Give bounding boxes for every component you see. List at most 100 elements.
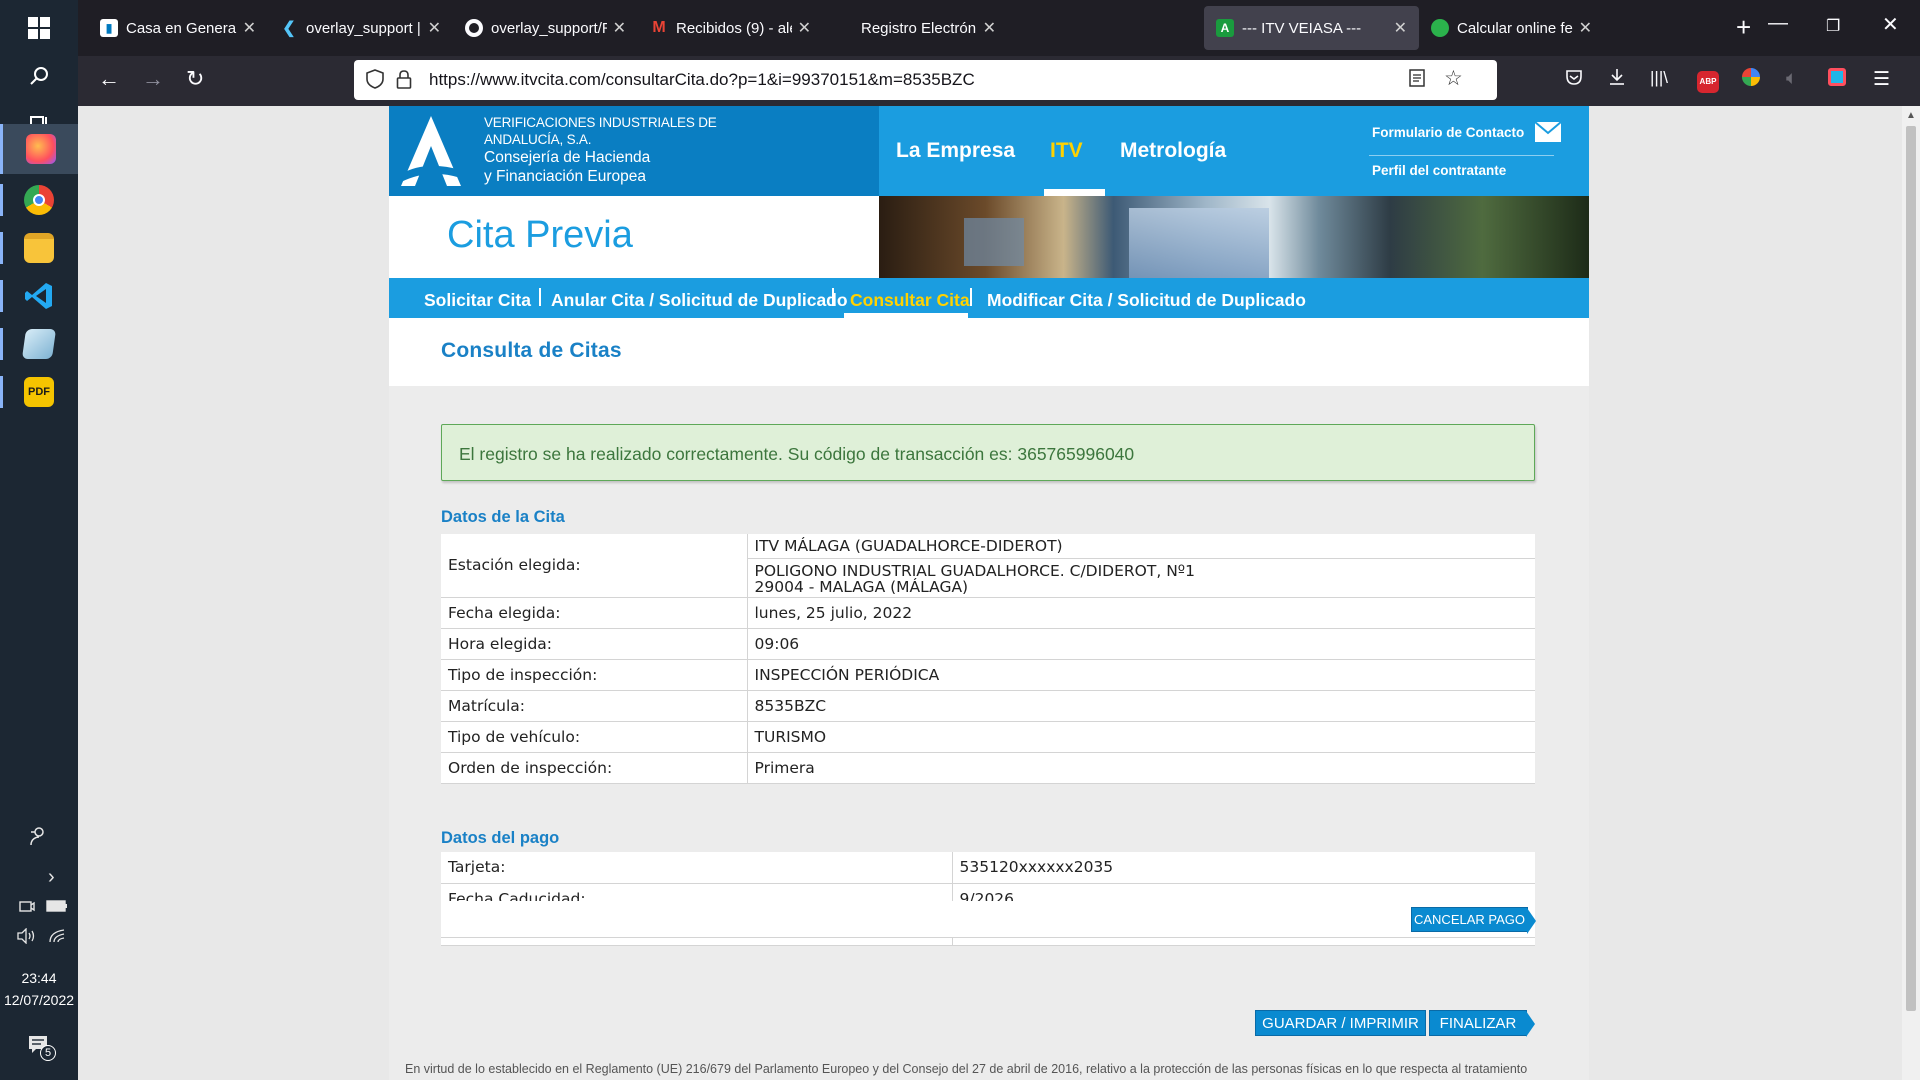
taskbar-firefox[interactable] (0, 124, 78, 174)
tipo-vehiculo-value: TURISMO (747, 721, 1535, 753)
reader-view-icon[interactable] (1409, 69, 1425, 93)
menu-icon[interactable]: ☰ (1873, 68, 1890, 91)
notebook-icon (21, 329, 57, 359)
table-row: Orden de inspección: Primera (441, 752, 1535, 784)
battery-icon[interactable] (46, 899, 68, 918)
clock-date[interactable]: 12/07/2022 (0, 990, 78, 1010)
tab-overlay-support[interactable]: ❮ overlay_support | Flutte ✕ (268, 6, 453, 50)
veiasa-icon: A (1216, 19, 1234, 37)
search-icon (30, 67, 48, 85)
library-icon[interactable]: |||\ (1650, 68, 1668, 88)
row-label: Matrícula: (441, 690, 748, 722)
guardar-imprimir-button[interactable]: GUARDAR / IMPRIMIR (1255, 1010, 1426, 1036)
minimize-button[interactable]: — (1768, 12, 1788, 35)
url-text[interactable]: https://www.itvcita.com/consultarCita.do… (429, 70, 975, 90)
banner-photo-detail (964, 218, 1024, 266)
close-icon[interactable]: ✕ (1394, 18, 1407, 38)
blank-icon (835, 19, 853, 37)
header-brand: VERIFICACIONES INDUSTRIALES DE ANDALUCÍA… (389, 106, 879, 196)
reload-button[interactable]: ↻ (186, 66, 204, 92)
wifi-icon[interactable] (48, 928, 66, 949)
row-label: Hora elegida: (441, 628, 748, 660)
restore-button[interactable]: ❐ (1826, 16, 1840, 36)
table-row: Tipo de vehículo: TURISMO (441, 721, 1535, 753)
row-label: Tipo de inspección: (441, 659, 748, 691)
site-container: VERIFICACIONES INDUSTRIALES DE ANDALUCÍA… (389, 106, 1589, 1080)
org-line-2: ANDALUCÍA, S.A. (484, 132, 592, 147)
org-line-1: VERIFICACIONES INDUSTRIALES DE (484, 115, 717, 130)
close-icon[interactable]: ✕ (428, 18, 441, 38)
tipo-inspeccion-value: INSPECCIÓN PERIÓDICA (747, 659, 1535, 691)
tab-title: --- ITV VEIASA --- (1242, 19, 1362, 37)
screenshot-extension-icon[interactable] (1828, 68, 1846, 92)
people-icon[interactable] (28, 826, 48, 851)
subnav-separator (970, 288, 972, 306)
org-line-3: Consejería de Hacienda (484, 149, 651, 166)
finalizar-button[interactable]: FINALIZAR (1429, 1010, 1535, 1037)
url-bar[interactable]: https://www.itvcita.com/consultarCita.do… (354, 60, 1497, 100)
station-address: POLIGONO INDUSTRIAL GUADALHORCE. C/DIDER… (747, 558, 1535, 598)
action-center-button[interactable]: 5 (28, 1035, 56, 1061)
subnav-separator (539, 288, 541, 306)
cancelar-pago-button[interactable]: CANCELAR PAGO (1411, 907, 1536, 934)
contact-form-link[interactable]: Formulario de Contacto (1372, 125, 1524, 140)
clock-time[interactable]: 23:44 (0, 968, 78, 988)
page-scrollbar[interactable]: ▲ (1902, 106, 1920, 1080)
table-row: Hora elegida: 09:06 (441, 628, 1535, 660)
downloads-icon[interactable] (1608, 68, 1626, 92)
bookmark-star-icon[interactable]: ☆ (1444, 66, 1463, 91)
chevron-right-icon[interactable]: › (48, 866, 55, 889)
taskbar-pdf[interactable]: PDF (0, 364, 78, 420)
matricula-value: 8535BZC (747, 690, 1535, 722)
firefox-icon (25, 134, 56, 164)
nav-itv[interactable]: ITV (1050, 139, 1083, 163)
back-button[interactable]: ← (98, 66, 120, 92)
window-close-button[interactable]: ✕ (1882, 12, 1899, 37)
subnav-anular-cita[interactable]: Anular Cita / Solicitud de Duplicado (551, 290, 848, 311)
arrow-right-icon: → (142, 66, 164, 91)
tab-itv-veiasa[interactable]: A --- ITV VEIASA --- ✕ (1204, 6, 1419, 50)
close-icon[interactable]: ✕ (1579, 18, 1592, 38)
browser-tab-bar: ▮ Casa en General | Trello ✕ ❮ overlay_s… (78, 0, 1920, 56)
success-alert: El registro se ha realizado correctament… (441, 424, 1535, 481)
nav-la-empresa[interactable]: La Empresa (896, 139, 1015, 163)
table-row: Tipo de inspección: INSPECCIÓN PERIÓDICA (441, 659, 1535, 691)
tab-calcular[interactable]: Calcular online fecha p ✕ (1419, 6, 1604, 50)
close-icon[interactable]: ✕ (983, 18, 996, 38)
tab-title: Casa en General | Trello (126, 19, 237, 37)
junta-andalucia-logo[interactable] (395, 114, 467, 188)
nav-metrologia[interactable]: Metrología (1120, 139, 1226, 163)
folder-icon (24, 233, 54, 263)
new-tab-button[interactable]: + (1736, 12, 1751, 43)
forward-button[interactable]: → (142, 66, 164, 92)
tab-trello[interactable]: ▮ Casa en General | Trello ✕ (88, 6, 268, 50)
volume-icon[interactable] (16, 927, 38, 949)
notification-count-badge: 5 (40, 1045, 56, 1061)
close-icon[interactable]: ✕ (798, 18, 811, 38)
tab-registro[interactable]: Registro Electrónico - E ✕ (823, 6, 1008, 50)
subnav-solicitar-cita[interactable]: Solicitar Cita (424, 290, 531, 311)
scrollbar-thumb[interactable] (1906, 126, 1916, 1011)
close-icon[interactable]: ✕ (613, 18, 626, 38)
section-title-cita: Datos de la Cita (441, 508, 565, 526)
tab-title: overlay_support | Flutte (306, 19, 422, 37)
pocket-icon[interactable] (1565, 68, 1583, 92)
tab-title: Registro Electrónico - E (861, 19, 977, 37)
station-address-line-1: POLIGONO INDUSTRIAL GUADALHORCE. C/DIDER… (754, 561, 1195, 580)
page-title: Consulta de Citas (441, 339, 622, 362)
subnav-consultar-cita[interactable]: Consultar Cita (850, 290, 970, 311)
mail-icon[interactable] (1535, 122, 1561, 142)
tab-gmail[interactable]: M Recibidos (9) - alexdlh ✕ (638, 6, 823, 50)
camera-icon[interactable] (19, 898, 35, 919)
extension-icon[interactable] (1742, 68, 1760, 92)
scroll-up-arrow-icon[interactable]: ▲ (1906, 110, 1916, 121)
close-icon[interactable]: ✕ (243, 18, 256, 38)
shield-icon[interactable] (366, 69, 384, 95)
lock-icon[interactable] (396, 69, 412, 95)
perfil-contratante-link[interactable]: Perfil del contratante (1372, 163, 1506, 178)
tab-github[interactable]: overlay_support/READM ✕ (453, 6, 638, 50)
speaker-muted-icon[interactable]: 🔈︎ (1786, 68, 1797, 90)
adblock-plus-icon[interactable]: ABP (1697, 68, 1719, 93)
github-icon (465, 19, 483, 37)
subnav-modificar-cita[interactable]: Modificar Cita / Solicitud de Duplicado (987, 290, 1306, 311)
